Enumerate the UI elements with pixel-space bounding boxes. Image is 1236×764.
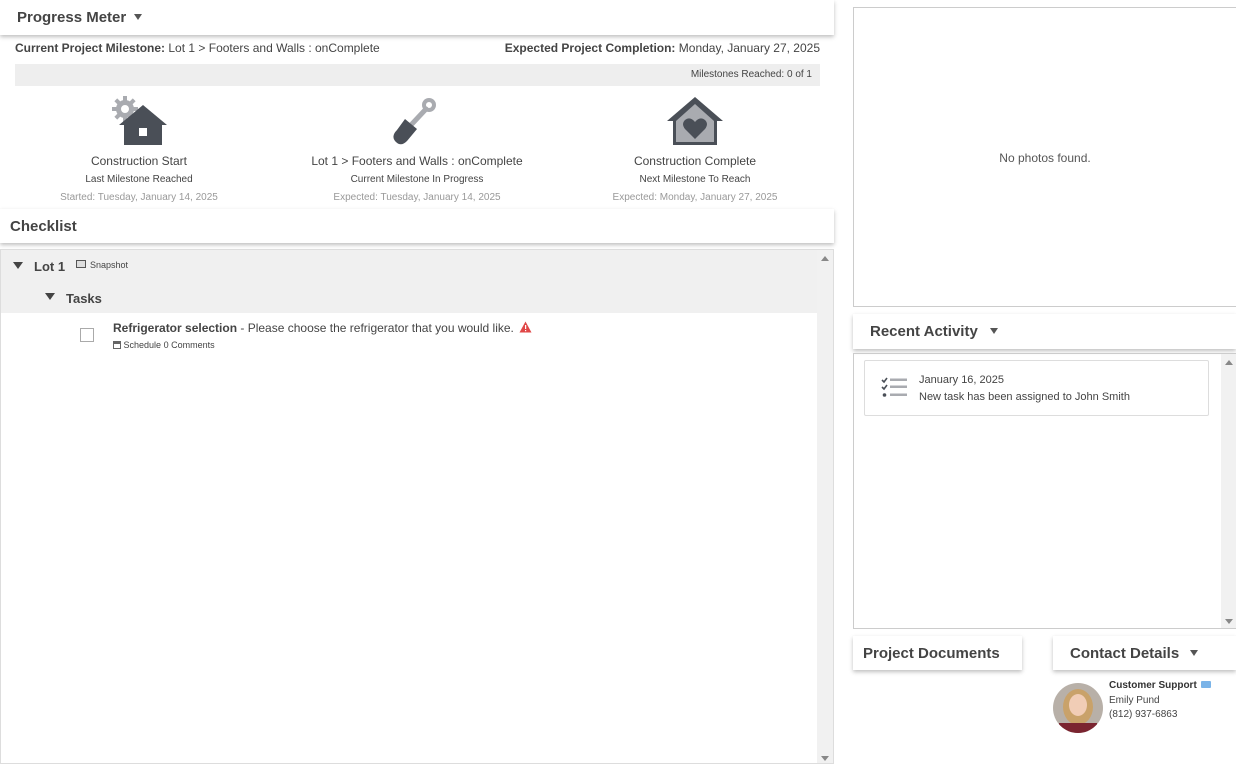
scroll-up-icon[interactable] xyxy=(821,256,829,261)
activity-item[interactable]: January 16, 2025 New task has been assig… xyxy=(864,360,1209,416)
chevron-down-icon[interactable] xyxy=(1190,650,1198,656)
house-heart-icon xyxy=(667,97,723,145)
schedule-link[interactable]: Schedule xyxy=(124,340,162,350)
current-milestone-value: Lot 1 > Footers and Walls : onComplete xyxy=(168,41,380,55)
recent-activity-header[interactable]: Recent Activity xyxy=(853,314,1236,349)
scrollbar[interactable] xyxy=(817,250,833,763)
milestone-status: Last Milestone Reached xyxy=(85,174,193,185)
comments-link[interactable]: 0 Comments xyxy=(164,340,215,350)
activity-text: New task has been assigned to John Smith xyxy=(919,391,1130,403)
chevron-down-icon[interactable] xyxy=(990,328,998,334)
expected-completion-line: Expected Project Completion: Monday, Jan… xyxy=(505,41,820,55)
scroll-up-icon[interactable] xyxy=(1225,360,1233,365)
milestone-status: Next Milestone To Reach xyxy=(639,174,751,185)
task-title[interactable]: Refrigerator selection xyxy=(113,321,237,335)
progress-meter-title: Progress Meter xyxy=(17,9,127,26)
milestone-date: Expected: Tuesday, January 14, 2025 xyxy=(333,192,501,203)
scroll-down-icon[interactable] xyxy=(821,756,829,761)
milestone-name: Lot 1 > Footers and Walls : onComplete xyxy=(311,154,523,168)
milestone-status: Current Milestone In Progress xyxy=(350,174,484,185)
milestone-name: Construction Complete xyxy=(633,154,757,168)
activity-date: January 16, 2025 xyxy=(919,374,1005,386)
current-milestone-line: Current Project Milestone: Lot 1 > Foote… xyxy=(15,41,380,55)
scroll-down-icon[interactable] xyxy=(1225,619,1233,624)
recent-activity-title: Recent Activity xyxy=(870,323,978,340)
milestone-complete: Construction Complete Next Milestone To … xyxy=(565,95,825,203)
expected-completion-value: Monday, January 27, 2025 xyxy=(678,41,820,55)
group-row[interactable]: Lot 1 Snapshot xyxy=(1,250,817,282)
task-item: Refrigerator selection - Please choose t… xyxy=(1,313,817,358)
avatar xyxy=(1053,683,1103,733)
project-documents-header: Project Documents xyxy=(853,636,1022,670)
progress-meter-header[interactable]: Progress Meter xyxy=(0,0,834,35)
checklist-header: Checklist xyxy=(0,209,834,243)
task-checkbox[interactable] xyxy=(80,328,94,342)
calendar-icon xyxy=(113,341,121,349)
no-photos-message: No photos found. xyxy=(999,151,1091,165)
current-milestone-label: Current Project Milestone: xyxy=(15,41,166,55)
shovel-icon xyxy=(393,98,436,145)
milestones-reached: Milestones Reached: 0 of 1 xyxy=(690,69,812,80)
collapse-icon[interactable] xyxy=(13,262,23,269)
contact-details-header[interactable]: Contact Details xyxy=(1053,636,1236,670)
milestone-start: Construction Start Last Milestone Reache… xyxy=(9,95,269,203)
project-documents-title: Project Documents xyxy=(863,645,1000,662)
subgroup-title: Tasks xyxy=(66,291,102,306)
photos-panel: No photos found. xyxy=(853,7,1236,307)
collapse-icon[interactable] xyxy=(45,293,55,300)
milestones-bar: Milestones Reached: 0 of 1 xyxy=(15,64,820,86)
activity-scrollbar[interactable] xyxy=(1221,354,1236,628)
expected-completion-label: Expected Project Completion: xyxy=(504,41,676,55)
warning-icon xyxy=(519,321,532,333)
email-icon[interactable] xyxy=(1200,681,1211,688)
checklist-title: Checklist xyxy=(10,218,77,235)
task-list-icon xyxy=(881,377,907,397)
contact-phone[interactable]: (812) 937-6863 xyxy=(1109,709,1177,720)
contact-name: Emily Pund xyxy=(1109,695,1160,706)
activity-panel: January 16, 2025 New task has been assig… xyxy=(853,353,1236,629)
group-title: Lot 1 xyxy=(34,259,66,274)
milestone-current: Lot 1 > Footers and Walls : onComplete C… xyxy=(287,95,547,203)
milestone-name: Construction Start xyxy=(90,154,188,168)
milestone-date: Started: Tuesday, January 14, 2025 xyxy=(60,192,218,203)
snapshot-icon[interactable] xyxy=(76,260,86,268)
contact-details-title: Contact Details xyxy=(1070,645,1180,662)
contact-card: Customer Support Emily Pund (812) 937-68… xyxy=(1053,680,1236,740)
house-gear-icon xyxy=(112,96,167,145)
milestone-date: Expected: Monday, January 27, 2025 xyxy=(612,192,778,203)
snapshot-link[interactable]: Snapshot xyxy=(90,260,128,270)
task-description: - Please choose the refrigerator that yo… xyxy=(237,321,514,335)
contact-role: Customer Support xyxy=(1109,680,1197,691)
checklist-panel[interactable]: Lot 1 Snapshot Tasks Refrigerator select… xyxy=(0,249,834,764)
subgroup-row[interactable]: Tasks xyxy=(1,282,817,313)
chevron-down-icon[interactable] xyxy=(134,14,142,20)
